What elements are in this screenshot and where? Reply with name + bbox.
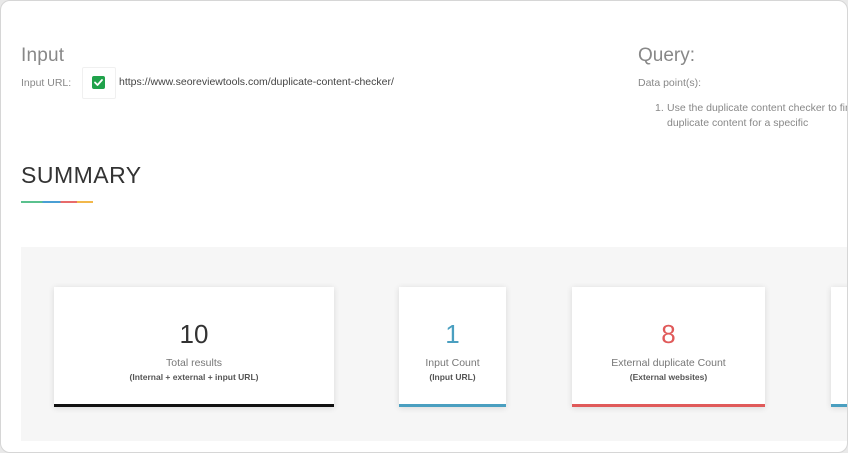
input-url-checkbox[interactable] [92, 76, 105, 89]
card-accent-bar [399, 404, 506, 407]
card-accent-bar [54, 404, 334, 407]
external-duplicate-card: 8 External duplicate Count (External web… [572, 287, 765, 407]
card-value: 1 [445, 319, 460, 349]
partial-card [831, 287, 847, 407]
card-sublabel: (External websites) [629, 372, 708, 382]
total-results-card: 10 Total results (Internal + external + … [54, 287, 334, 407]
input-section-title: Input [21, 45, 65, 66]
card-sublabel: (Internal + external + input URL) [129, 372, 259, 382]
card-accent-bar [831, 404, 847, 407]
check-icon [94, 79, 103, 86]
card-value: 10 [179, 319, 209, 349]
window-frame: Input Input URL: https://www.seoreviewto… [0, 0, 848, 453]
input-count-card: 1 Input Count (Input URL) [399, 287, 506, 407]
data-points-label: Data point(s): [638, 77, 702, 89]
card-label: External duplicate Count [611, 357, 726, 369]
summary-title: SUMMARY [21, 162, 142, 188]
card-label: Input Count [425, 357, 480, 369]
input-url-value: https://www.seoreviewtools.com/duplicate… [119, 76, 394, 88]
card-sublabel: (Input URL) [429, 372, 476, 382]
card-label: Total results [165, 357, 223, 369]
query-item-text-line1: Use the duplicate content checker to fin… [667, 102, 848, 114]
card-value: 8 [661, 319, 676, 349]
input-url-checkbox-container[interactable] [82, 67, 116, 99]
query-item-number: 1. [655, 102, 664, 114]
query-item-text-line2: duplicate content for a specific [667, 117, 809, 129]
summary-underline [21, 201, 93, 203]
input-url-label: Input URL: [21, 77, 72, 89]
card-accent-bar [572, 404, 765, 407]
query-section-title: Query: [638, 45, 696, 66]
